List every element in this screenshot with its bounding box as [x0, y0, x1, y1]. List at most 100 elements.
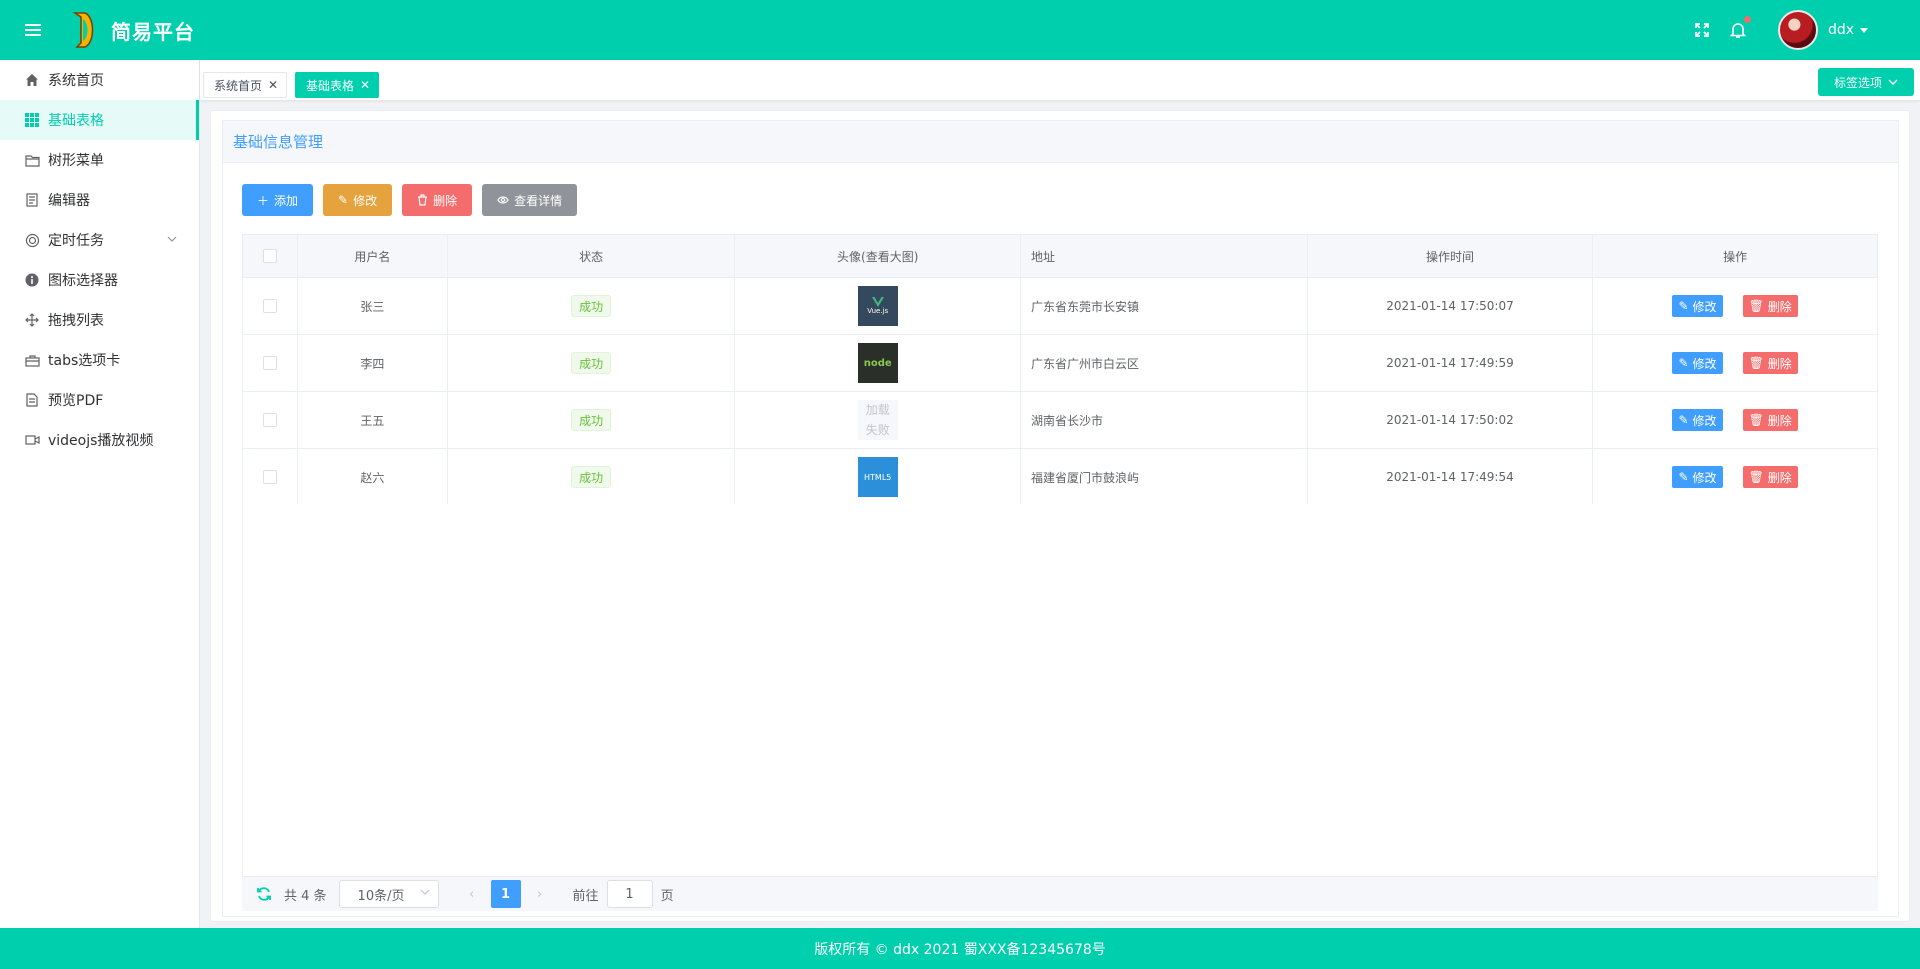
- sidebar-item-pdf-preview[interactable]: 预览PDF: [0, 380, 199, 420]
- top-header: 简易平台 ddx: [0, 0, 1920, 60]
- user-name-label: ddx: [1827, 22, 1854, 38]
- menu-toggle-icon[interactable]: [25, 24, 41, 36]
- row-edit-button[interactable]: ✎ 修改: [1672, 466, 1723, 488]
- sidebar-item-scheduled-tasks[interactable]: 定时任务: [0, 220, 199, 260]
- column-header: 地址: [1021, 235, 1308, 277]
- trash-icon: 🗑: [1748, 413, 1764, 427]
- row-checkbox[interactable]: [262, 470, 277, 484]
- sidebar-item-videojs[interactable]: videojs播放视频: [0, 420, 199, 460]
- sidebar-item-icon-picker[interactable]: 图标选择器: [0, 260, 199, 300]
- row-delete-button[interactable]: 🗑 删除: [1742, 295, 1798, 317]
- avatar-thumbnail[interactable]: Vue.js: [857, 286, 898, 326]
- row-edit-button[interactable]: ✎ 修改: [1672, 352, 1723, 374]
- sidebar-item-label: tabs选项卡: [48, 353, 121, 369]
- prev-page-button[interactable]: ‹: [457, 880, 487, 908]
- folder-icon: [24, 152, 40, 168]
- chevron-left-icon: ‹: [468, 886, 475, 902]
- drag-icon: [24, 312, 40, 328]
- row-select-cell: [243, 335, 298, 391]
- row-select-cell: [243, 278, 298, 334]
- avatar-thumbnail[interactable]: node: [857, 343, 898, 383]
- eye-icon: [497, 196, 509, 204]
- row-checkbox[interactable]: [262, 299, 277, 313]
- time-cell: 2021-01-14 17:50:02: [1308, 392, 1594, 448]
- tab-options-button[interactable]: 标签选项: [1818, 68, 1914, 96]
- sidebar-item-tree-menu[interactable]: 树形菜单: [0, 140, 199, 180]
- avatar-caption: 加载失败: [865, 403, 890, 437]
- row-edit-button[interactable]: ✎ 修改: [1672, 409, 1723, 431]
- timer-icon: [24, 232, 40, 248]
- row-delete-button[interactable]: 🗑 删除: [1742, 466, 1798, 488]
- sidebar-item-home[interactable]: 系统首页: [0, 60, 199, 100]
- row-delete-label: 删除: [1767, 470, 1792, 485]
- column-header: 状态: [448, 235, 736, 277]
- sidebar-item-label: 树形菜单: [48, 153, 104, 169]
- vue-logo-icon: [871, 297, 884, 307]
- tab-label: 基础表格: [306, 78, 355, 93]
- refresh-icon[interactable]: [256, 886, 272, 902]
- add-button[interactable]: ＋ 添加: [242, 184, 314, 216]
- add-button-label: 添加: [274, 193, 299, 208]
- edit-button[interactable]: ✎ 修改: [323, 184, 393, 216]
- table-row: 李四 成功 node 广东省广州市白云区 2021-01-14 17:49:59…: [243, 334, 1877, 391]
- edit-button-label: 修改: [353, 193, 378, 208]
- tab-system-home[interactable]: 系统首页 ✕: [203, 72, 288, 98]
- row-delete-label: 删除: [1767, 413, 1792, 428]
- data-table: 用户名 状态 头像(查看大图) 地址 操作时间 操作 张三 成功 Vue.js …: [242, 234, 1878, 506]
- goto-page-input[interactable]: [606, 880, 653, 908]
- next-page-button[interactable]: ›: [525, 880, 555, 908]
- logo-icon: [72, 12, 94, 48]
- goto-label: 前往: [572, 888, 599, 904]
- view-details-button-label: 查看详情: [514, 193, 563, 208]
- trash-icon: 🗑: [1748, 299, 1764, 313]
- chevron-down-icon: [167, 236, 177, 242]
- page-number-button[interactable]: 1: [490, 880, 521, 908]
- row-edit-button[interactable]: ✎ 修改: [1672, 295, 1723, 317]
- chevron-right-icon: ›: [536, 886, 543, 902]
- close-icon[interactable]: ✕: [268, 78, 278, 92]
- avatar-thumbnail[interactable]: 加载失败: [857, 400, 898, 440]
- row-edit-label: 修改: [1692, 356, 1717, 371]
- sidebar-item-tabs[interactable]: tabs选项卡: [0, 340, 199, 380]
- select-all-checkbox[interactable]: [262, 249, 277, 263]
- notification-bell-icon[interactable]: [1728, 16, 1751, 40]
- tab-basic-table[interactable]: 基础表格 ✕: [295, 72, 380, 98]
- page-size-select[interactable]: 10条/页: [338, 880, 439, 908]
- row-delete-button[interactable]: 🗑 删除: [1742, 409, 1798, 431]
- fullscreen-icon[interactable]: [1692, 20, 1712, 40]
- column-header: 操作时间: [1308, 235, 1594, 277]
- avatar-caption: HTML5: [864, 472, 892, 482]
- close-icon[interactable]: ✕: [360, 78, 370, 92]
- row-checkbox[interactable]: [262, 356, 277, 370]
- row-checkbox[interactable]: [262, 413, 277, 427]
- status-cell: 成功: [448, 278, 736, 334]
- briefcase-icon: [24, 352, 40, 368]
- avatar-cell: 加载失败: [735, 392, 1022, 448]
- time-cell: 2021-01-14 17:50:07: [1308, 278, 1594, 334]
- home-icon: [24, 72, 40, 88]
- user-menu[interactable]: ddx: [1828, 22, 1868, 38]
- status-cell: 成功: [448, 449, 736, 505]
- sidebar-item-drag-list[interactable]: 拖拽列表: [0, 300, 199, 340]
- pagination: 共 4 条 10条/页 ‹ 1 › 前往 页: [242, 877, 1878, 911]
- row-edit-label: 修改: [1692, 413, 1717, 428]
- user-avatar[interactable]: [1777, 10, 1818, 50]
- view-details-button[interactable]: 查看详情: [482, 184, 578, 216]
- sidebar-item-label: 系统首页: [48, 73, 104, 89]
- card-title: 基础信息管理: [223, 121, 1898, 163]
- row-delete-button[interactable]: 🗑 删除: [1742, 352, 1798, 374]
- tabs-bar: 系统首页 ✕ 基础表格 ✕ 标签选项: [200, 60, 1920, 100]
- avatar-thumbnail[interactable]: HTML5: [857, 457, 898, 497]
- status-cell: 成功: [448, 335, 736, 391]
- notification-badge: [1743, 16, 1751, 23]
- sidebar-item-label: 编辑器: [48, 193, 90, 209]
- page-size-value: 10条/页: [357, 888, 405, 904]
- sidebar-item-label: 预览PDF: [48, 393, 104, 409]
- delete-button[interactable]: 删除: [402, 184, 473, 216]
- status-badge: 成功: [571, 352, 612, 374]
- info-icon: [24, 272, 40, 288]
- status-cell: 成功: [448, 392, 736, 448]
- row-select-cell: [243, 449, 298, 505]
- sidebar-item-basic-table[interactable]: 基础表格: [0, 100, 199, 140]
- sidebar-item-editor[interactable]: 编辑器: [0, 180, 199, 220]
